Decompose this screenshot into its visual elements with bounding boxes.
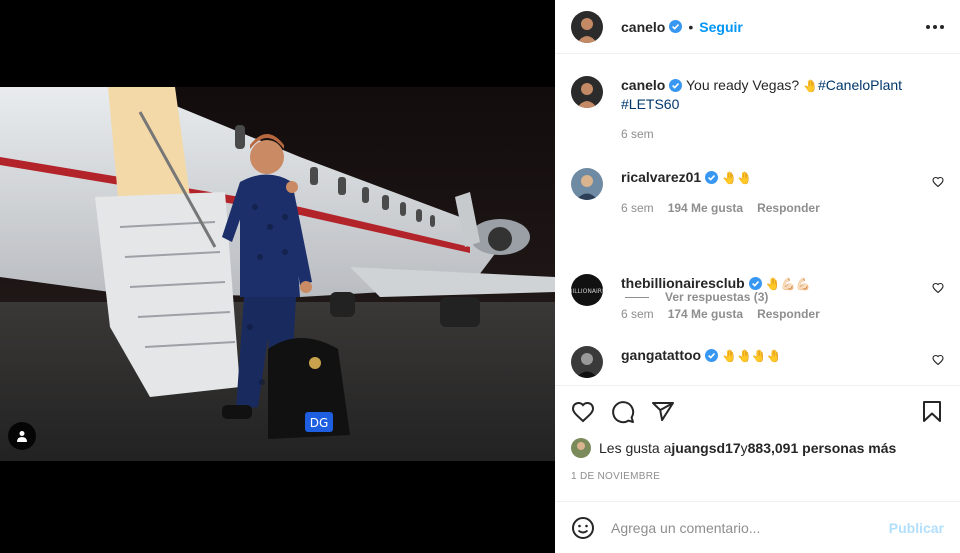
post-media: DG	[0, 0, 555, 553]
photo-illustration: DG	[0, 87, 555, 461]
hashtag-link[interactable]: #LETS60	[621, 96, 679, 112]
add-comment-bar: Agrega un comentario... Publicar	[555, 501, 960, 553]
emoji-icon[interactable]	[571, 516, 595, 540]
comment-body: 🤚🤚🤚🤚	[722, 349, 782, 363]
comment-body: 🤚🤚	[722, 171, 752, 185]
post: DG canelo • Seguir canelo You ready Vega…	[0, 0, 960, 553]
comment-likes[interactable]: 174 Me gusta	[668, 307, 743, 321]
comment-meta: 6 sem 174 Me gusta Responder	[621, 307, 944, 321]
comment-time[interactable]: 6 sem	[621, 201, 654, 215]
commenter-avatar[interactable]: BILLIONAIRE	[571, 274, 603, 306]
reply-button[interactable]: Responder	[757, 307, 820, 321]
commenter-avatar[interactable]	[571, 346, 603, 378]
more-options-icon[interactable]	[926, 24, 944, 29]
user-tag-icon	[17, 431, 27, 442]
comment-text: gangatattoo 🤚🤚🤚🤚	[621, 346, 944, 365]
comment-row: gangatattoo 🤚🤚🤚🤚	[571, 346, 944, 378]
hashtag-link[interactable]: #CaneloPlant	[818, 77, 902, 93]
verified-badge-icon	[705, 170, 719, 184]
caption-emoji: 🤚	[803, 79, 818, 93]
liker-avatar[interactable]	[571, 438, 591, 458]
bookmark-icon[interactable]	[920, 400, 944, 424]
caption-time[interactable]: 6 sem	[621, 127, 654, 141]
author-avatar[interactable]	[571, 10, 603, 43]
svg-text:BILLIONAIRE: BILLIONAIRE	[571, 288, 603, 295]
commenter-avatar[interactable]	[571, 168, 603, 200]
action-bar	[555, 385, 960, 437]
comment-heart-icon[interactable]	[932, 282, 944, 294]
reply-button[interactable]: Responder	[757, 201, 820, 215]
comment-text: thebillionairesclub 🤚💪🏻💪🏻	[621, 274, 944, 293]
likes-summary: Les gusta a juangsd17 y 883,091 personas…	[555, 437, 960, 459]
caption-username[interactable]: canelo	[621, 77, 665, 93]
caption-avatar[interactable]	[571, 76, 603, 108]
user-tag-button[interactable]	[8, 422, 36, 450]
comments-list: canelo You ready Vegas? 🤚#CaneloPlant #L…	[555, 54, 960, 385]
likes-prefix: Les gusta a	[599, 440, 672, 456]
post-date[interactable]: 1 DE NOVIEMBRE	[555, 471, 960, 485]
header-separator: •	[688, 18, 694, 35]
comment-likes[interactable]: 194 Me gusta	[668, 201, 743, 215]
verified-badge-icon	[669, 20, 683, 33]
verified-badge-icon	[705, 348, 719, 362]
post-photo[interactable]: DG	[0, 87, 555, 461]
publish-button[interactable]: Publicar	[889, 520, 944, 536]
comment-body: 🤚💪🏻💪🏻	[765, 277, 811, 291]
heart-icon[interactable]	[571, 400, 595, 424]
caption-text: canelo You ready Vegas? 🤚#CaneloPlant #L…	[621, 76, 944, 113]
caption-meta: 6 sem	[621, 127, 944, 141]
svg-text:DG: DG	[310, 416, 329, 430]
comment-meta: 6 sem 194 Me gusta Responder	[621, 201, 944, 215]
likes-middle: y	[740, 440, 748, 456]
comment-time[interactable]: 6 sem	[621, 307, 654, 321]
verified-badge-icon	[748, 276, 762, 290]
commenter-username[interactable]: gangatattoo	[621, 347, 701, 363]
commenter-username[interactable]: ricalvarez01	[621, 169, 701, 185]
comment-heart-icon[interactable]	[932, 354, 944, 366]
post-sidebar: canelo • Seguir canelo You ready Vegas? …	[555, 0, 960, 553]
share-icon[interactable]	[651, 400, 675, 424]
liker-username[interactable]: juangsd17	[671, 440, 740, 456]
caption-body: You ready Vegas?	[686, 77, 804, 93]
post-header: canelo • Seguir	[555, 0, 960, 54]
likes-count[interactable]: 883,091 personas más	[748, 440, 897, 456]
caption-row: canelo You ready Vegas? 🤚#CaneloPlant #L…	[571, 76, 944, 141]
commenter-username[interactable]: thebillionairesclub	[621, 275, 745, 291]
comment-row: BILLIONAIRE thebillionairesclub 🤚💪🏻💪🏻 6 …	[571, 274, 944, 321]
comment-input[interactable]: Agrega un comentario...	[611, 520, 889, 536]
comment-icon[interactable]	[611, 400, 635, 424]
comment-row: ricalvarez01 🤚🤚 6 sem 194 Me gusta Respo…	[571, 168, 944, 215]
author-username[interactable]: canelo	[621, 19, 665, 35]
comment-heart-icon[interactable]	[932, 176, 944, 188]
comment-text: ricalvarez01 🤚🤚	[621, 168, 944, 187]
verified-badge-icon	[669, 78, 683, 92]
follow-button[interactable]: Seguir	[699, 19, 743, 35]
